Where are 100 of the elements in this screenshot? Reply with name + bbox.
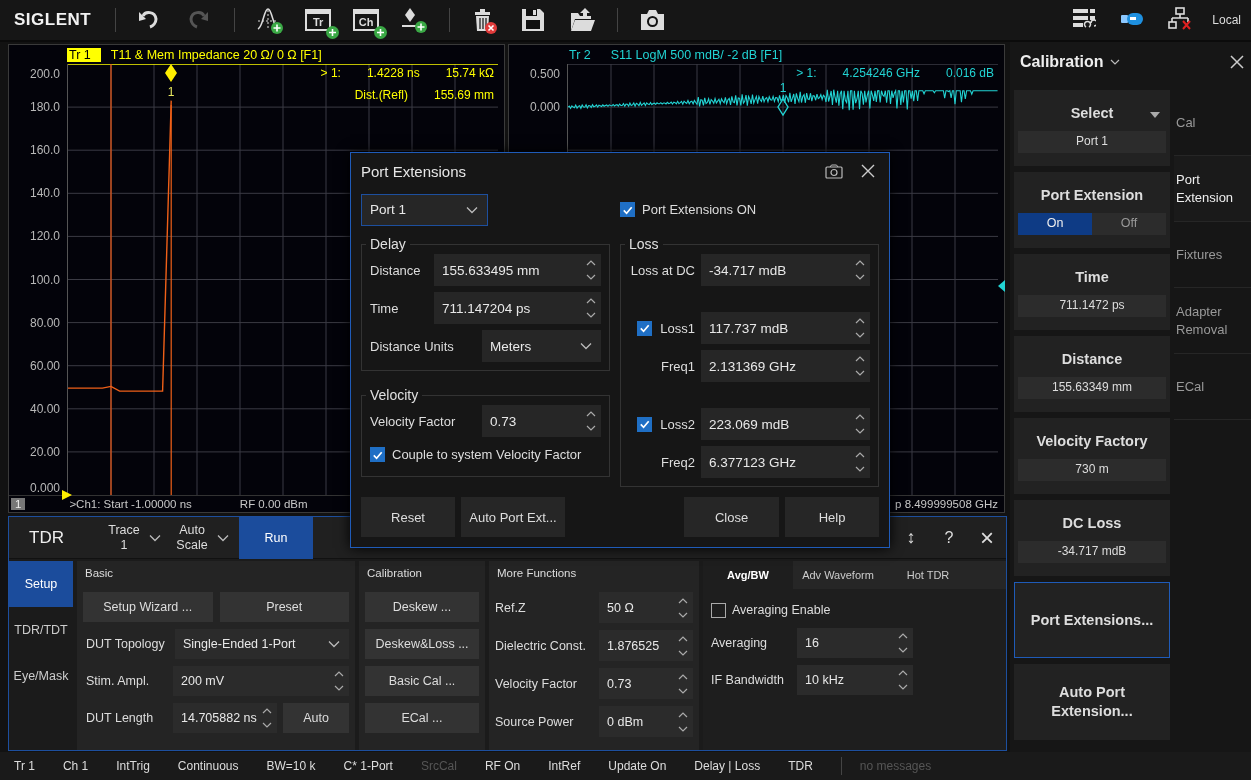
axis-tick-label: 20.00 (29, 444, 60, 459)
menu-tab[interactable]: Adapter Removal (1174, 288, 1251, 354)
close-icon[interactable] (861, 164, 875, 178)
softkey-button[interactable]: Port Extensions... (1014, 582, 1170, 658)
number-field[interactable]: 0.73 (599, 668, 693, 699)
calibration-button[interactable]: Deskew ... (365, 592, 479, 622)
reference-arrow-icon (62, 490, 72, 500)
setup-button[interactable]: Preset (219, 592, 349, 622)
chevron-down-icon (466, 205, 478, 214)
status-item: IntRef (548, 759, 581, 773)
close-button[interactable]: × (968, 516, 1006, 559)
number-field[interactable]: 0.73 (482, 405, 601, 437)
trace-tag[interactable]: Tr 1 (67, 47, 101, 62)
marker-plus-icon[interactable] (401, 6, 429, 34)
dialog-button[interactable]: Close (684, 497, 779, 537)
softkey-button[interactable]: Time 711.1472 ps (1014, 254, 1170, 330)
help-button[interactable]: ? (930, 516, 968, 559)
folder-icon[interactable] (569, 6, 597, 34)
axis-tick-label: 180.0 (29, 100, 60, 115)
spin-arrows-icon (334, 669, 344, 693)
number-field[interactable]: 117.737 mdB (701, 312, 870, 344)
menu-tab[interactable]: Port Extension (1174, 156, 1251, 222)
field-label: Freq1 (660, 358, 695, 374)
chevron-down-icon (328, 640, 340, 648)
number-field[interactable]: 16 (797, 628, 913, 658)
dialog-button[interactable]: Help (785, 497, 879, 537)
number-field[interactable]: -34.717 mdB (701, 254, 870, 286)
group-title: Loss (628, 236, 660, 252)
dropdown-button[interactable]: Auto Scale (167, 516, 235, 559)
softkey-button[interactable]: DC Loss -34.717 mdB (1014, 500, 1170, 576)
spin-arrows-icon (586, 258, 596, 282)
number-field[interactable]: 14.705882 ns (173, 703, 277, 733)
calibration-button[interactable]: Basic Cal ... (365, 666, 479, 696)
number-field[interactable]: 155.633495 mm (434, 254, 601, 286)
number-field[interactable]: 2.131369 GHz (701, 350, 870, 382)
status-item: Continuous (177, 759, 239, 773)
axis-tick-label: 140.0 (29, 186, 60, 201)
status-item: Tr 1 (14, 759, 35, 773)
field-label: Freq2 (660, 454, 695, 470)
toggle-option[interactable]: On (1018, 212, 1092, 235)
softkey-button[interactable]: Port Extension On Off (1014, 172, 1170, 248)
toggle-option[interactable]: Off (1092, 212, 1166, 235)
dialog-button[interactable]: Auto Port Ext... (461, 497, 565, 537)
setup-button[interactable]: Setup Wizard ... (83, 592, 213, 622)
number-field[interactable]: 10 kHz (797, 665, 913, 695)
value-field: 155.63349 mm (1018, 376, 1166, 399)
chevron-down-icon (1109, 58, 1120, 66)
dropdown-button[interactable]: Trace 1 (99, 516, 167, 559)
field-label: Loss1 (660, 320, 695, 336)
checkbox[interactable] (637, 320, 653, 336)
chevron-down-icon (580, 342, 592, 350)
run-button[interactable]: Run (239, 516, 313, 559)
axis-tick-label: 0.000 (29, 481, 60, 495)
network-icon[interactable] (1168, 6, 1193, 31)
menu-tab[interactable]: ECal (1174, 354, 1251, 420)
sweep-stop-label: p 8.499999508 GHz (895, 498, 998, 510)
checkbox[interactable] (370, 447, 385, 462)
menu-tab[interactable]: Fixtures (1174, 222, 1251, 288)
softkey-button[interactable]: Auto Port Extension... (1014, 664, 1170, 740)
marker-readout: > 1: (320, 66, 341, 80)
checkbox[interactable] (620, 202, 635, 217)
softkey-button[interactable]: Velocity Factory 730 m (1014, 418, 1170, 494)
number-field[interactable]: 200 mV (173, 666, 349, 696)
tab[interactable]: Avg/BW (703, 561, 793, 589)
trace-tag[interactable]: Tr 2 (567, 47, 601, 62)
field-label: Velocity Factor (370, 413, 457, 429)
checkbox[interactable] (637, 416, 653, 432)
menu-title-dropdown[interactable]: Calibration (1020, 53, 1120, 71)
number-field[interactable]: 223.069 mdB (701, 408, 870, 440)
side-tab[interactable]: Eye/Mask (9, 653, 73, 699)
camera-icon[interactable] (825, 163, 843, 179)
layout-icon[interactable] (1072, 6, 1097, 31)
spin-arrows-icon (262, 706, 272, 730)
close-icon[interactable] (1229, 54, 1245, 70)
checkbox[interactable] (711, 602, 726, 618)
side-tab[interactable]: Setup (9, 561, 73, 607)
resize-button[interactable]: ↕ (892, 516, 930, 559)
group-title: Velocity (369, 387, 420, 403)
number-field[interactable]: 6.377123 GHz (701, 446, 870, 478)
softkey-button[interactable]: Distance 155.63349 mm (1014, 336, 1170, 412)
calibration-button[interactable]: ECal ... (365, 703, 479, 733)
number-field[interactable]: 0 dBm (599, 706, 693, 737)
spin-arrows-icon (586, 409, 596, 433)
group-title: Delay (369, 236, 407, 252)
softkey-button[interactable]: Select Port 1 (1014, 90, 1170, 166)
marker-readout: Dist.(Refl) (354, 88, 408, 102)
number-field[interactable]: 50 Ω (599, 592, 693, 623)
number-field[interactable]: 711.147204 ps (434, 292, 601, 324)
spin-arrows-icon (898, 631, 908, 655)
calibration-button[interactable]: Deskew&Loss ... (365, 629, 479, 659)
auto-button[interactable]: Auto (283, 703, 349, 733)
dropdown[interactable]: Single-Ended 1-Port (175, 629, 349, 659)
status-item: IntTrig (116, 759, 150, 773)
curve-plus-icon[interactable] (256, 6, 284, 34)
dropdown[interactable]: Port 1 (361, 193, 488, 226)
side-tab[interactable]: TDR/TDT (9, 607, 73, 653)
dropdown[interactable]: Meters (482, 330, 601, 362)
dialog-button[interactable]: Reset (361, 497, 455, 537)
number-field[interactable]: 1.876525 (599, 630, 693, 661)
field-label: Stim. Ampl. (85, 674, 151, 688)
